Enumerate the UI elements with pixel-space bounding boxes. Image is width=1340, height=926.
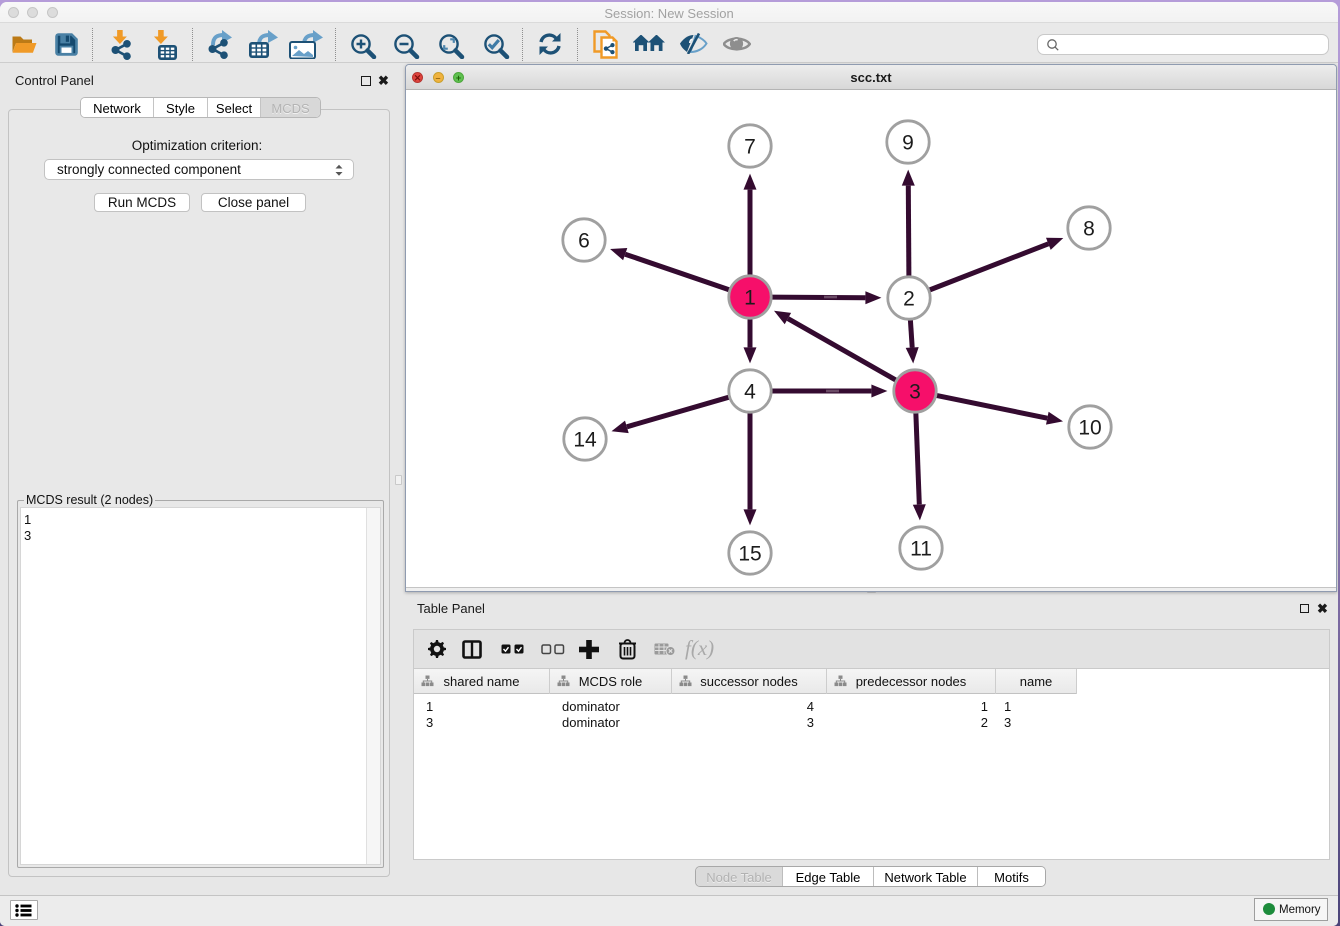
svg-text:9: 9 [902, 132, 914, 155]
svg-text:8: 8 [1083, 218, 1095, 241]
svg-text:4: 4 [744, 381, 756, 404]
svg-text:11: 11 [910, 538, 932, 561]
svg-text:10: 10 [1078, 417, 1101, 440]
svg-text:15: 15 [738, 543, 761, 566]
svg-text:7: 7 [744, 136, 756, 159]
svg-text:14: 14 [573, 429, 597, 452]
svg-text:2: 2 [903, 288, 915, 311]
svg-text:3: 3 [909, 381, 921, 404]
svg-text:1: 1 [744, 287, 756, 310]
svg-text:6: 6 [578, 230, 590, 253]
